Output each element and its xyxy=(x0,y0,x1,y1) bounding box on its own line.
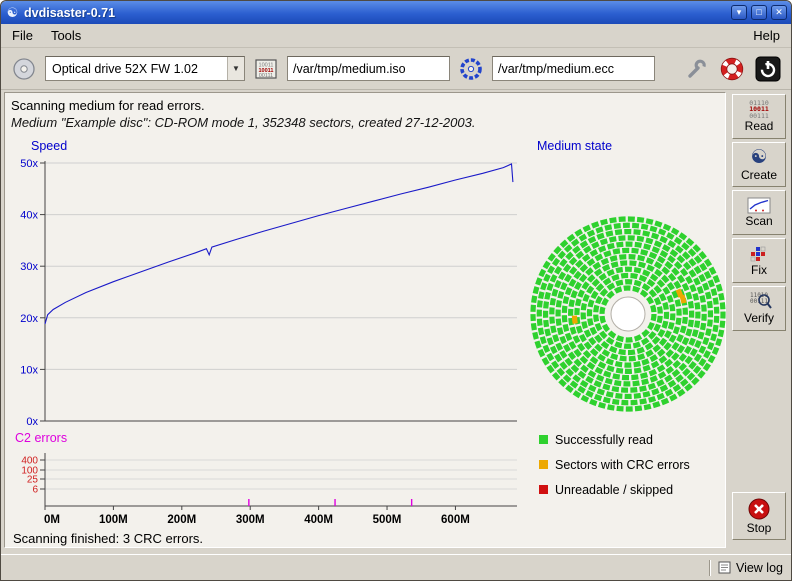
yin-yang-icon: ☯ xyxy=(750,148,767,168)
svg-text:6: 6 xyxy=(32,485,38,496)
medium-state-title: Medium state xyxy=(537,139,612,153)
drive-button[interactable] xyxy=(9,54,39,84)
scan-chart-icon xyxy=(747,197,771,214)
minimize-button[interactable]: ▾ xyxy=(731,5,747,20)
legend-swatch-crc xyxy=(539,460,548,469)
svg-text:30x: 30x xyxy=(20,261,38,273)
read-button[interactable]: 01110 10011 00111 Read xyxy=(732,94,786,139)
chart-canvas: Scanning medium for read errors. Medium … xyxy=(4,92,726,548)
menu-help[interactable]: Help xyxy=(744,25,789,46)
ecc-path-input[interactable] xyxy=(492,56,655,81)
svg-text:50x: 50x xyxy=(20,158,38,170)
power-icon xyxy=(755,56,781,82)
verify-label: Verify xyxy=(744,312,774,325)
cd-drive-icon xyxy=(12,57,36,81)
legend-item-crc: Sectors with CRC errors xyxy=(539,452,690,477)
svg-text:200M: 200M xyxy=(167,514,196,526)
fix-label: Fix xyxy=(751,264,767,277)
drive-select[interactable]: Optical drive 52X FW 1.02 ▼ xyxy=(45,56,245,81)
image-file-icon: 10011 10011 00111 xyxy=(251,54,281,84)
legend-item-good: Successfully read xyxy=(539,427,690,452)
main-content: Scanning medium for read errors. Medium … xyxy=(1,90,791,554)
svg-text:500M: 500M xyxy=(373,514,402,526)
menubar: File Tools Help xyxy=(1,24,791,48)
view-log-button[interactable]: View log xyxy=(718,561,783,575)
scan-button[interactable]: Scan xyxy=(732,190,786,235)
create-button[interactable]: ☯ Create xyxy=(732,142,786,187)
help-button[interactable] xyxy=(717,54,747,84)
verify-icon: 11010 00111 xyxy=(746,293,772,311)
svg-text:40x: 40x xyxy=(20,210,38,222)
action-sidebar: 01110 10011 00111 Read ☯ Create Scan xyxy=(730,94,788,552)
stop-label: Stop xyxy=(747,522,772,535)
scan-result-text: Scanning finished: 3 CRC errors. xyxy=(13,531,203,546)
wrench-icon xyxy=(684,57,708,81)
svg-text:20x: 20x xyxy=(20,313,38,325)
life-ring-icon xyxy=(720,57,744,81)
speed-curve xyxy=(45,164,513,324)
titlebar[interactable]: ☯ dvdisaster-0.71 ▾ □ ✕ xyxy=(1,1,791,24)
chevron-down-icon[interactable]: ▼ xyxy=(227,57,244,80)
close-button[interactable]: ✕ xyxy=(771,5,787,20)
menu-tools[interactable]: Tools xyxy=(42,25,90,46)
legend-swatch-unreadable xyxy=(539,485,548,494)
image-path-input[interactable] xyxy=(287,56,450,81)
menu-file[interactable]: File xyxy=(3,25,42,46)
speed-chart: 0x 10x 20x 30x 40x 50x xyxy=(5,151,525,431)
app-icon: ☯ xyxy=(5,5,20,20)
read-label: Read xyxy=(745,120,774,133)
legend-label-good: Successfully read xyxy=(555,433,653,447)
fix-icon xyxy=(749,245,769,263)
legend: Successfully read Sectors with CRC error… xyxy=(539,427,690,502)
statusbar: View log xyxy=(1,554,791,580)
svg-text:300M: 300M xyxy=(236,514,265,526)
svg-text:600M: 600M xyxy=(441,514,470,526)
legend-item-unreadable: Unreadable / skipped xyxy=(539,477,690,502)
svg-text:100M: 100M xyxy=(99,514,128,526)
window-title: dvdisaster-0.71 xyxy=(24,6,727,20)
scan-label: Scan xyxy=(745,215,772,228)
maximize-button[interactable]: □ xyxy=(751,5,767,20)
legend-label-unreadable: Unreadable / skipped xyxy=(555,483,673,497)
svg-text:00111: 00111 xyxy=(259,73,273,79)
read-icon: 01110 10011 00111 xyxy=(749,100,769,120)
legend-label-crc: Sectors with CRC errors xyxy=(555,458,690,472)
stop-button[interactable]: Stop xyxy=(732,492,786,540)
svg-text:400M: 400M xyxy=(304,514,333,526)
quit-button[interactable] xyxy=(753,54,783,84)
app-window: ☯ dvdisaster-0.71 ▾ □ ✕ File Tools Help … xyxy=(0,0,792,581)
drive-select-value: Optical drive 52X FW 1.02 xyxy=(46,62,227,76)
medium-state-disc xyxy=(523,209,733,419)
preferences-button[interactable] xyxy=(681,54,711,84)
legend-swatch-good xyxy=(539,435,548,444)
disc-crc-error xyxy=(678,289,681,296)
status-message: Scanning medium for read errors. Medium … xyxy=(11,97,475,131)
svg-text:0x: 0x xyxy=(26,416,38,428)
log-icon xyxy=(718,561,731,574)
status-line-1: Scanning medium for read errors. xyxy=(11,97,475,114)
stop-icon xyxy=(747,497,771,521)
svg-text:0M: 0M xyxy=(44,514,60,526)
ecc-file-icon xyxy=(456,54,486,84)
svg-text:10x: 10x xyxy=(20,364,38,376)
disc-hole xyxy=(611,297,645,331)
status-line-2: Medium "Example disc": CD-ROM mode 1, 35… xyxy=(11,114,475,131)
verify-button[interactable]: 11010 00111 Verify xyxy=(732,286,786,331)
c2-errors-chart: 4001002560M100M200M300M400M500M600M xyxy=(5,443,525,543)
toolbar: Optical drive 52X FW 1.02 ▼ 10011 10011 … xyxy=(1,48,791,90)
view-log-label: View log xyxy=(736,561,783,575)
disc-crc-error xyxy=(682,295,684,303)
create-label: Create xyxy=(741,169,777,182)
fix-button[interactable]: Fix xyxy=(732,238,786,283)
statusbar-divider xyxy=(709,560,711,576)
disc-crc-error xyxy=(574,316,575,324)
